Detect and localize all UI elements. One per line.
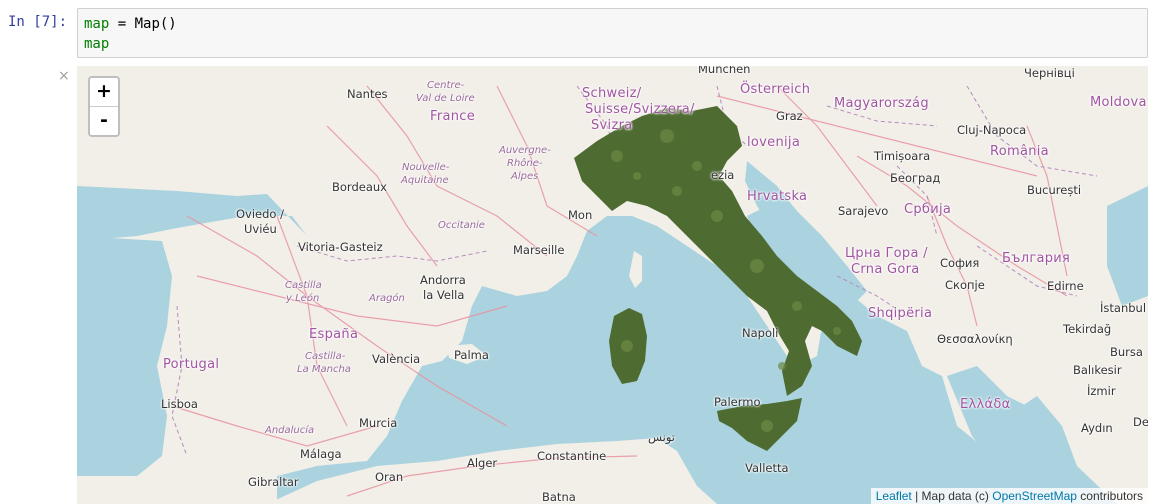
label-city-balikesir: Balıkesir	[1073, 363, 1122, 377]
label-city-de: De	[1133, 415, 1148, 429]
label-city-constantine: Constantine	[537, 449, 607, 463]
label-city-valencia: València	[372, 352, 421, 366]
attribution-separator: | Map data (c)	[911, 489, 993, 503]
label-city-cluj-napoca: Cluj-Napoca	[957, 123, 1027, 137]
label-city-gibraltar: Gibraltar	[248, 475, 299, 489]
label-city-graz: Graz	[776, 109, 803, 123]
code-line-2: map	[84, 36, 110, 52]
label-city-izmir: İzmir	[1087, 384, 1116, 398]
label-city-valletta: Valletta	[745, 461, 789, 475]
label-city-munchen: München	[698, 66, 751, 76]
label-city-sarajevo: Sarajevo	[838, 204, 889, 218]
label-city-napoli: Napoli	[742, 326, 779, 340]
label-city-oran: Oran	[375, 470, 404, 484]
label-city-tunis: تونس	[648, 430, 676, 444]
label-region-auvergne-3: Alpes	[511, 171, 539, 182]
label-city-oviedo-2: Uviéu	[244, 222, 277, 236]
zoom-control: + -	[88, 76, 120, 137]
label-country-crna-gora-1: Црна Гора /	[845, 246, 928, 261]
label-region-auvergne-1: Auvergne-	[499, 145, 551, 156]
label-city-marseille: Marseille	[513, 243, 565, 257]
map-attribution: Leaflet | Map data (c) OpenStreetMap con…	[870, 488, 1148, 504]
label-city-skopje: Скопје	[945, 278, 985, 292]
label-region-castilla-2: y León	[286, 293, 320, 304]
label-city-thessaloniki: Θεσσαλονίκη	[937, 332, 1013, 346]
label-city-beograd: Београд	[890, 171, 941, 185]
label-city-monaco: Mon	[568, 208, 593, 222]
atlantic-ocean	[77, 236, 172, 476]
label-region-nouvelle-1: Nouvelle-	[402, 162, 450, 173]
label-city-timisoara: Timișoara	[874, 149, 931, 163]
label-city-aydin: Aydın	[1081, 421, 1113, 435]
label-region-centre-1: Centre-	[427, 80, 465, 91]
label-country-hrvatska: Hrvatska	[747, 189, 808, 204]
label-country-schweiz-3: Svizra	[591, 118, 633, 133]
code-assignment: = Map()	[109, 16, 177, 32]
label-city-palma: Palma	[454, 348, 489, 362]
label-country-moldova: Moldova	[1090, 95, 1147, 110]
label-country-shqiperia: Shqipëria	[868, 306, 933, 321]
label-region-andalucia: Andalucía	[265, 425, 315, 436]
label-city-oviedo-1: Oviedo /	[236, 207, 284, 221]
code-input-area[interactable]: map = Map() map	[77, 8, 1148, 58]
attribution-suffix: contributors	[1076, 489, 1143, 503]
label-city-bursa: Bursa	[1110, 345, 1143, 359]
label-region-centre-2: Val de Loire	[416, 93, 475, 104]
label-city-bordeaux: Bordeaux	[332, 180, 387, 194]
label-city-istanbul: İstanbul	[1100, 301, 1147, 315]
label-country-ellada: Ελλάδα	[960, 397, 1011, 412]
openstreetmap-link[interactable]: OpenStreetMap	[992, 489, 1077, 503]
corsica-island	[629, 251, 642, 288]
label-city-sofia: София	[940, 256, 980, 270]
label-city-andorra-2: la Vella	[423, 288, 465, 302]
label-region-nouvelle-2: Aquitaine	[401, 175, 449, 186]
map-widget[interactable]: München Чернівці Nantes Centre- Val de L…	[77, 66, 1148, 504]
label-city-vitoria-gasteiz: Vitoria-Gasteiz	[298, 240, 383, 254]
label-city-edirne: Edirne	[1047, 279, 1084, 293]
label-city-bucuresti: București	[1027, 183, 1082, 197]
code-variable: map	[84, 16, 110, 32]
label-country-bulgaria: България	[1002, 251, 1071, 266]
label-country-france: France	[430, 109, 476, 124]
close-output-icon[interactable]: ×	[58, 68, 70, 84]
label-country-srbija: Србија	[904, 202, 952, 217]
label-city-alger: Alger	[467, 456, 498, 470]
label-region-castilla-la-mancha-1: Castilla-	[305, 351, 346, 362]
label-city-chernivtsi: Чернівці	[1024, 66, 1075, 80]
zoom-in-button[interactable]: +	[90, 78, 118, 107]
cell-prompt: In [7]:	[8, 14, 68, 30]
label-country-espana: España	[309, 327, 359, 342]
label-country-romania: România	[990, 144, 1049, 159]
label-region-castilla-la-mancha-2: La Mancha	[297, 364, 351, 375]
leaflet-link[interactable]: Leaflet	[876, 489, 912, 503]
label-city-nantes: Nantes	[347, 87, 388, 101]
label-country-slovenija: lovenija	[747, 135, 801, 150]
label-country-schweiz-2: Suisse/Svizzera/	[585, 102, 695, 117]
label-country-portugal: Portugal	[163, 357, 220, 372]
label-city-tekirdag: Tekirdağ	[1063, 322, 1112, 336]
label-region-occitanie: Occitanie	[438, 220, 485, 231]
label-region-castilla-1: Castilla	[285, 280, 322, 291]
label-city-malaga: Málaga	[300, 447, 342, 461]
zoom-out-button[interactable]: -	[90, 107, 118, 135]
label-city-palermo: Palermo	[714, 395, 761, 409]
label-country-schweiz-1: Schweiz/	[582, 86, 642, 101]
label-country-osterreich: Österreich	[740, 82, 811, 97]
label-region-aragon: Aragón	[369, 293, 405, 304]
label-city-andorra-1: Andorra	[420, 273, 466, 287]
label-city-murcia: Murcia	[359, 416, 398, 430]
label-country-magyarorszag: Magyarország	[834, 96, 929, 111]
code-line-1: map = Map()	[84, 16, 177, 32]
label-country-crna-gora-2: Crna Gora	[851, 262, 920, 277]
label-city-venezia: ezia	[711, 168, 735, 182]
label-region-auvergne-2: Rhône-	[507, 158, 543, 169]
label-city-batna: Batna	[542, 490, 576, 504]
label-city-lisboa: Lisboa	[161, 397, 198, 411]
